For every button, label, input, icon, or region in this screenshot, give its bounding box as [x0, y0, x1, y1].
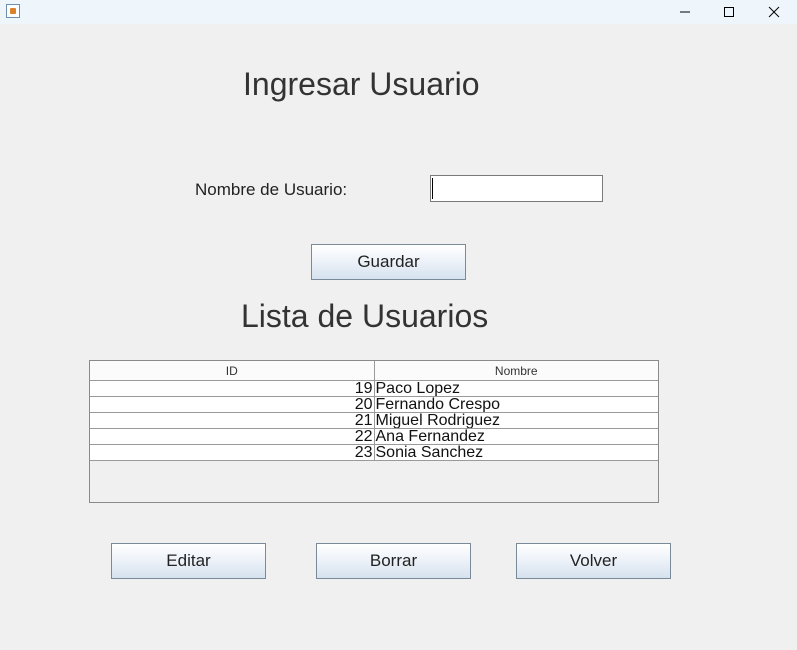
cell-id[interactable]: 20 [90, 396, 375, 413]
delete-button[interactable]: Borrar [316, 543, 471, 579]
username-label: Nombre de Usuario: [195, 180, 348, 199]
table-row[interactable]: 22 Ana Fernandez [90, 428, 658, 445]
close-icon [768, 6, 779, 18]
cell-id[interactable]: 21 [90, 412, 375, 429]
table-row[interactable]: 20 Fernando Crespo [90, 396, 658, 413]
title-bar [0, 0, 797, 24]
table-row[interactable]: 21 Miguel Rodriguez [90, 412, 658, 429]
username-input[interactable] [430, 175, 603, 202]
users-table[interactable]: ID Nombre 19 Paco Lopez 20 Fernando Cres… [89, 360, 659, 503]
table-row[interactable]: 23 Sonia Sanchez [90, 444, 658, 461]
column-header-id[interactable]: ID [90, 361, 375, 381]
cell-name[interactable]: Sonia Sanchez [374, 444, 658, 461]
text-caret [432, 178, 433, 199]
cell-id[interactable]: 22 [90, 428, 375, 445]
maximize-icon [723, 7, 734, 17]
cell-id[interactable]: 23 [90, 444, 375, 461]
cell-name[interactable]: Paco Lopez [374, 380, 658, 397]
cell-name[interactable]: Ana Fernandez [374, 428, 658, 445]
form-title: Ingresar Usuario [243, 66, 480, 102]
minimize-icon [679, 11, 690, 13]
java-icon [6, 4, 20, 18]
column-header-name[interactable]: Nombre [374, 361, 658, 381]
edit-button[interactable]: Editar [111, 543, 266, 579]
table-header-row: ID Nombre [90, 361, 658, 381]
cell-name[interactable]: Fernando Crespo [374, 396, 658, 413]
maximize-button[interactable] [706, 0, 751, 24]
list-title: Lista de Usuarios [241, 298, 489, 334]
save-button[interactable]: Guardar [311, 244, 466, 280]
table-row[interactable]: 19 Paco Lopez [90, 380, 658, 397]
back-button[interactable]: Volver [516, 543, 671, 579]
close-button[interactable] [751, 0, 796, 24]
cell-id[interactable]: 19 [90, 380, 375, 397]
minimize-button[interactable] [662, 0, 707, 24]
cell-name[interactable]: Miguel Rodriguez [374, 412, 658, 429]
